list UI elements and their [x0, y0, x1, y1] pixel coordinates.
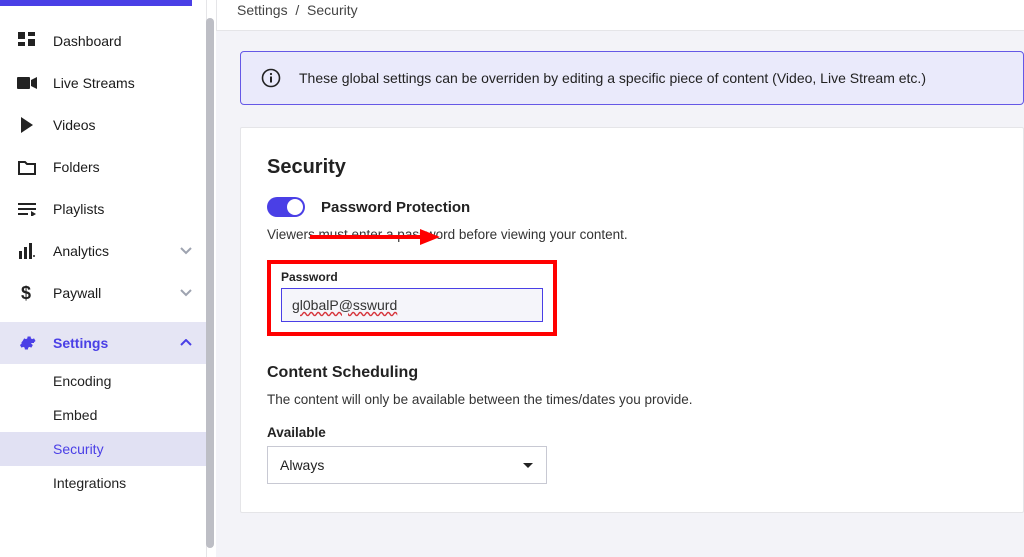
sidebar-item-label: Paywall — [53, 285, 101, 301]
password-field-highlight: Password gl0balP@sswurd — [267, 260, 557, 336]
svg-text:$: $ — [21, 284, 31, 302]
password-protection-toggle[interactable] — [267, 197, 305, 217]
sidebar-item-label: Playlists — [53, 201, 104, 217]
sidebar-item-label: Analytics — [53, 243, 109, 259]
analytics-icon — [17, 241, 37, 261]
folder-icon — [17, 157, 37, 177]
sidebar-item-settings[interactable]: Settings — [0, 322, 206, 364]
play-icon — [17, 115, 37, 135]
password-helper: Viewers must enter a password before vie… — [267, 227, 997, 242]
breadcrumb-current: Security — [307, 2, 358, 18]
scrollbar[interactable] — [206, 18, 214, 548]
sidebar-subitem-encoding[interactable]: Encoding — [0, 364, 206, 398]
sidebar-item-analytics[interactable]: Analytics — [0, 230, 206, 272]
sidebar-item-live-streams[interactable]: Live Streams — [0, 62, 206, 104]
breadcrumb: Settings / Security — [216, 0, 1024, 31]
breadcrumb-sep: / — [295, 2, 299, 18]
password-field-label: Password — [281, 270, 543, 284]
sidebar-item-folders[interactable]: Folders — [0, 146, 206, 188]
dollar-icon: $ — [17, 283, 37, 303]
sidebar-subitem-embed[interactable]: Embed — [0, 398, 206, 432]
sidebar-item-label: Videos — [53, 117, 96, 133]
password-input[interactable]: gl0balP@sswurd — [281, 288, 543, 322]
info-banner-text: These global settings can be overriden b… — [299, 70, 926, 86]
available-select[interactable]: Always — [267, 446, 547, 484]
sidebar-item-label: Dashboard — [53, 33, 122, 49]
toggle-knob — [287, 199, 303, 215]
available-value: Always — [280, 457, 324, 473]
breadcrumb-parent[interactable]: Settings — [237, 2, 288, 18]
chevron-up-icon — [180, 339, 192, 347]
content-scheduling-heading: Content Scheduling — [267, 364, 997, 382]
logo-accent-bar — [0, 0, 192, 6]
sidebar-item-playlists[interactable]: Playlists — [0, 188, 206, 230]
caret-down-icon — [522, 462, 534, 469]
security-panel: Security Password Protection Viewers mus… — [240, 127, 1024, 513]
sidebar-item-videos[interactable]: Videos — [0, 104, 206, 146]
sidebar-item-label: Folders — [53, 159, 100, 175]
camera-icon — [17, 73, 37, 93]
sidebar-item-label: Live Streams — [53, 75, 135, 91]
info-icon — [261, 68, 281, 88]
sidebar-subitem-security[interactable]: Security — [0, 432, 206, 466]
sidebar-item-dashboard[interactable]: Dashboard — [0, 20, 206, 62]
gear-icon — [17, 333, 37, 353]
password-protection-label: Password Protection — [321, 199, 470, 216]
dashboard-icon — [17, 31, 37, 51]
chevron-down-icon — [180, 247, 192, 255]
info-banner: These global settings can be overriden b… — [240, 51, 1024, 105]
sidebar: Dashboard Live Streams Videos Folders Pl… — [0, 0, 207, 557]
sidebar-item-label: Settings — [53, 335, 108, 351]
chevron-down-icon — [180, 289, 192, 297]
available-label: Available — [267, 425, 997, 440]
scheduling-helper: The content will only be available betwe… — [267, 392, 997, 407]
sidebar-subitem-integrations[interactable]: Integrations — [0, 466, 206, 500]
sidebar-item-paywall[interactable]: $ Paywall — [0, 272, 206, 314]
security-heading: Security — [267, 156, 997, 179]
main-content: Settings / Security These global setting… — [216, 0, 1024, 557]
playlist-icon — [17, 199, 37, 219]
password-value: gl0balP@sswurd — [292, 297, 397, 313]
